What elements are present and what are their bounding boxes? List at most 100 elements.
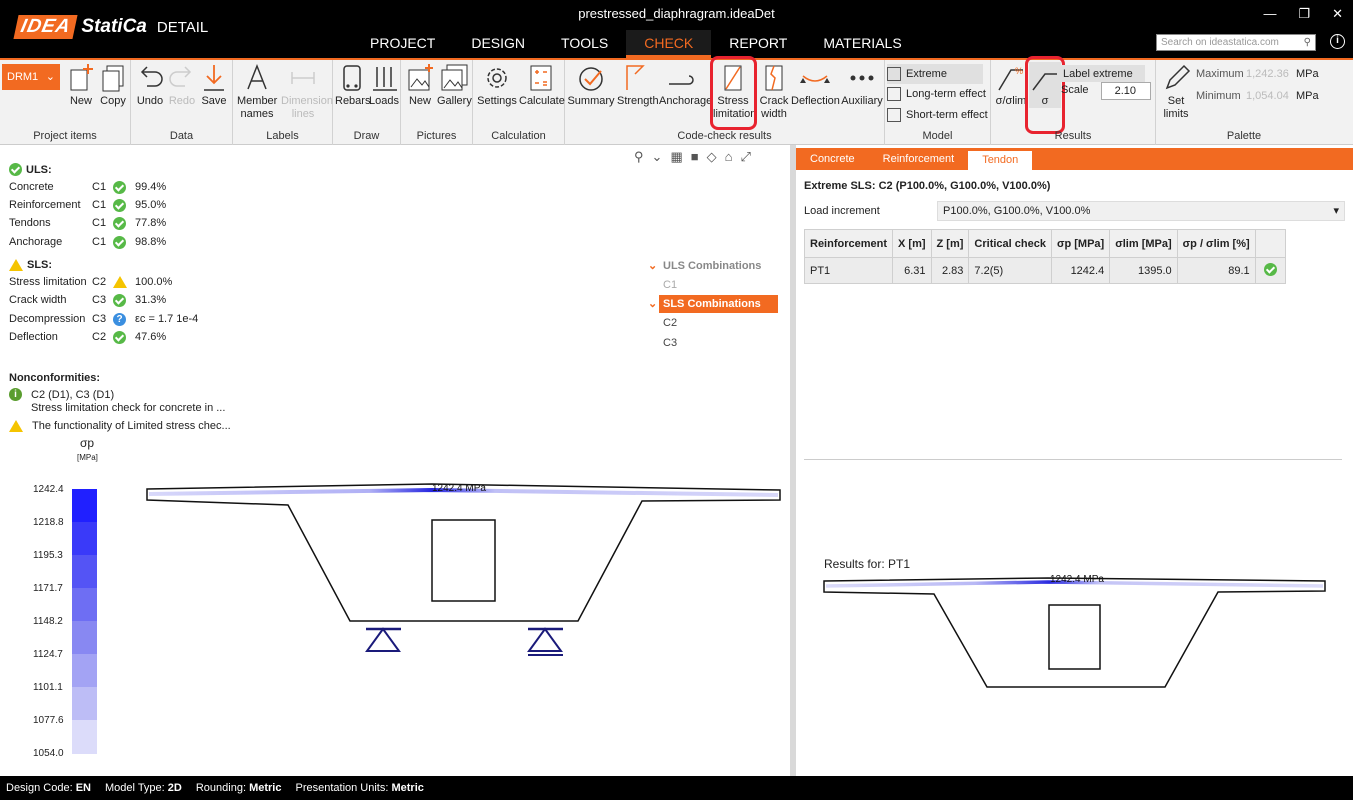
new-button[interactable]: New [64,62,98,108]
rounding-status: Rounding: Metric [196,776,282,800]
auxiliary-button[interactable]: Auxiliary [841,62,883,108]
calculate-button[interactable]: Calculate [519,62,565,108]
set-limits-button[interactable]: Set limits [1158,62,1194,121]
restore-button[interactable]: ❐ [1298,6,1310,22]
nonconformity-1-title: C2 (D1), C3 (D1) [31,388,115,401]
group-label-labels: Labels [266,130,299,142]
picture-new-button[interactable]: New [403,62,437,108]
drm-select[interactable]: DRM1 ⌄ [2,64,60,90]
design-code-label: Design Code: [6,782,73,794]
group-label-draw: Draw [353,130,380,142]
menu-report[interactable]: REPORT [711,30,805,58]
minimize-button[interactable]: — [1263,6,1276,22]
zoom-icon[interactable]: ⚲ [634,149,644,165]
group-label-results: Results [1054,130,1092,142]
tab-concrete[interactable]: Concrete [796,148,869,170]
scale-input[interactable]: 2.10 [1101,82,1151,100]
maximum-value[interactable]: 1,242.36 [1246,68,1289,80]
legend-value: 1124.7 [33,649,63,660]
cell-status [1254,257,1286,284]
menu-design[interactable]: DESIGN [453,30,543,58]
scale-value: 2.10 [1114,85,1136,97]
group-data: Undo Redo Save Data [131,60,233,145]
info-icon[interactable]: i [1330,34,1345,49]
summary-button[interactable]: Summary [567,62,615,108]
menu-tools[interactable]: TOOLS [543,30,626,58]
anchorage-label: Anchorage [659,95,713,107]
dimension-lines-button[interactable]: Dimension lines [281,62,333,121]
row-combo: C1 [92,236,107,248]
rebars-button[interactable]: Rebars [335,62,371,108]
undo-icon [140,66,163,87]
cross-section-drawing[interactable]: 1242.4 MPa [140,475,790,665]
sls-combinations-header[interactable]: ⌄ SLS Combinations [648,295,778,313]
combo-item-c3[interactable]: C3 [648,333,778,353]
row-combo: C2 [92,276,107,288]
group-results: % σ/σlim σ Label extreme Scale 2.10 Resu… [991,56,1156,145]
menu-project[interactable]: PROJECT [352,30,453,58]
tab-reinforcement[interactable]: Reinforcement [869,148,969,170]
design-code-status: Design Code: EN [6,776,91,800]
row-name: Decompression [9,313,86,325]
search-icon: ⚲ [1303,37,1311,48]
row-value: 77.8% [135,217,167,229]
row-name: Crack width [9,294,67,306]
uls-combinations-header[interactable]: ⌄ ULS Combinations [648,257,778,275]
copy-icon [102,65,124,92]
home-icon[interactable]: ⌂ [725,149,733,165]
menu-materials[interactable]: MATERIALS [805,30,919,58]
combo-item-c1[interactable]: C1 [648,275,778,295]
solid-view-icon[interactable]: ■ [691,149,699,165]
row-combo: C1 [92,199,107,211]
extreme-option[interactable]: Extreme [887,64,983,84]
nonconformity-2[interactable]: The functionality of Limited stress chec… [9,420,231,432]
group-palette: Set limits Maximum 1,242.36 MPa Minimum … [1156,60,1332,145]
design-code-value: EN [75,782,91,794]
column-header: Z [m] [930,229,970,258]
wireframe-view-icon[interactable]: ▦ [670,149,682,165]
load-increment-select[interactable]: P100.0%, G100.0%, V100.0% ▾ [937,201,1345,221]
column-header: σp / σlim [%] [1176,229,1256,258]
label-extreme-toggle[interactable]: Label extreme [1061,65,1145,82]
fit-view-icon[interactable]: ⤢ [740,149,750,165]
long-term-option[interactable]: Long-term effect [887,87,986,101]
minimum-value[interactable]: 1,054.04 [1246,90,1289,102]
loads-button[interactable]: Loads [367,62,401,108]
deflection-button[interactable]: Deflection [791,62,840,108]
presentation-units-label: Presentation Units: [295,782,389,794]
gear-icon [487,68,507,88]
anchorage-button[interactable]: Anchorage [659,62,712,108]
settings-button[interactable]: Settings [477,62,517,108]
redo-icon [169,66,192,87]
gallery-button[interactable]: Gallery [437,62,472,108]
iso-view-icon[interactable]: ◇ [707,149,717,165]
redo-button[interactable]: Redo [165,62,199,108]
detail-inner-void [1048,604,1101,670]
nonconformity-1[interactable]: i C2 (D1), C3 (D1) [9,388,114,401]
group-label-calculation: Calculation [491,130,546,142]
column-header: σlim [MPa] [1109,229,1178,258]
combo-item-c2[interactable]: C2 [648,313,778,333]
table-row[interactable]: PT1 6.31 2.83 7.2(5) 1242.4 1395.0 89.1 [803,257,1286,284]
save-icon [204,65,224,91]
detail-section-drawing[interactable]: 1242.4 MPa [820,570,1330,695]
crack-width-button[interactable]: Crack width [757,62,791,121]
close-button[interactable]: ✕ [1332,6,1343,22]
calculator-icon [530,65,552,91]
member-names-button[interactable]: Member names [237,62,277,121]
ok-icon [113,294,126,307]
undo-button[interactable]: Undo [133,62,167,108]
strength-button[interactable]: Strength [617,62,659,108]
short-term-option[interactable]: Short-term effect [887,108,988,122]
save-button[interactable]: Save [197,62,231,108]
tab-tendon[interactable]: Tendon [968,151,1033,170]
sigma-ratio-button[interactable]: % σ/σlim [993,62,1029,108]
column-header: Reinforcement [803,229,894,258]
chevron-down-icon[interactable]: ⌄ [652,149,663,165]
copy-button[interactable]: Copy [96,62,130,108]
group-draw: Rebars Loads Draw [333,60,401,145]
search-input[interactable]: Search on ideastatica.com ⚲ [1156,34,1316,51]
deflection-label: Deflection [791,95,840,107]
menu-check[interactable]: CHECK [626,30,712,58]
rebars-label: Rebars [335,95,371,107]
